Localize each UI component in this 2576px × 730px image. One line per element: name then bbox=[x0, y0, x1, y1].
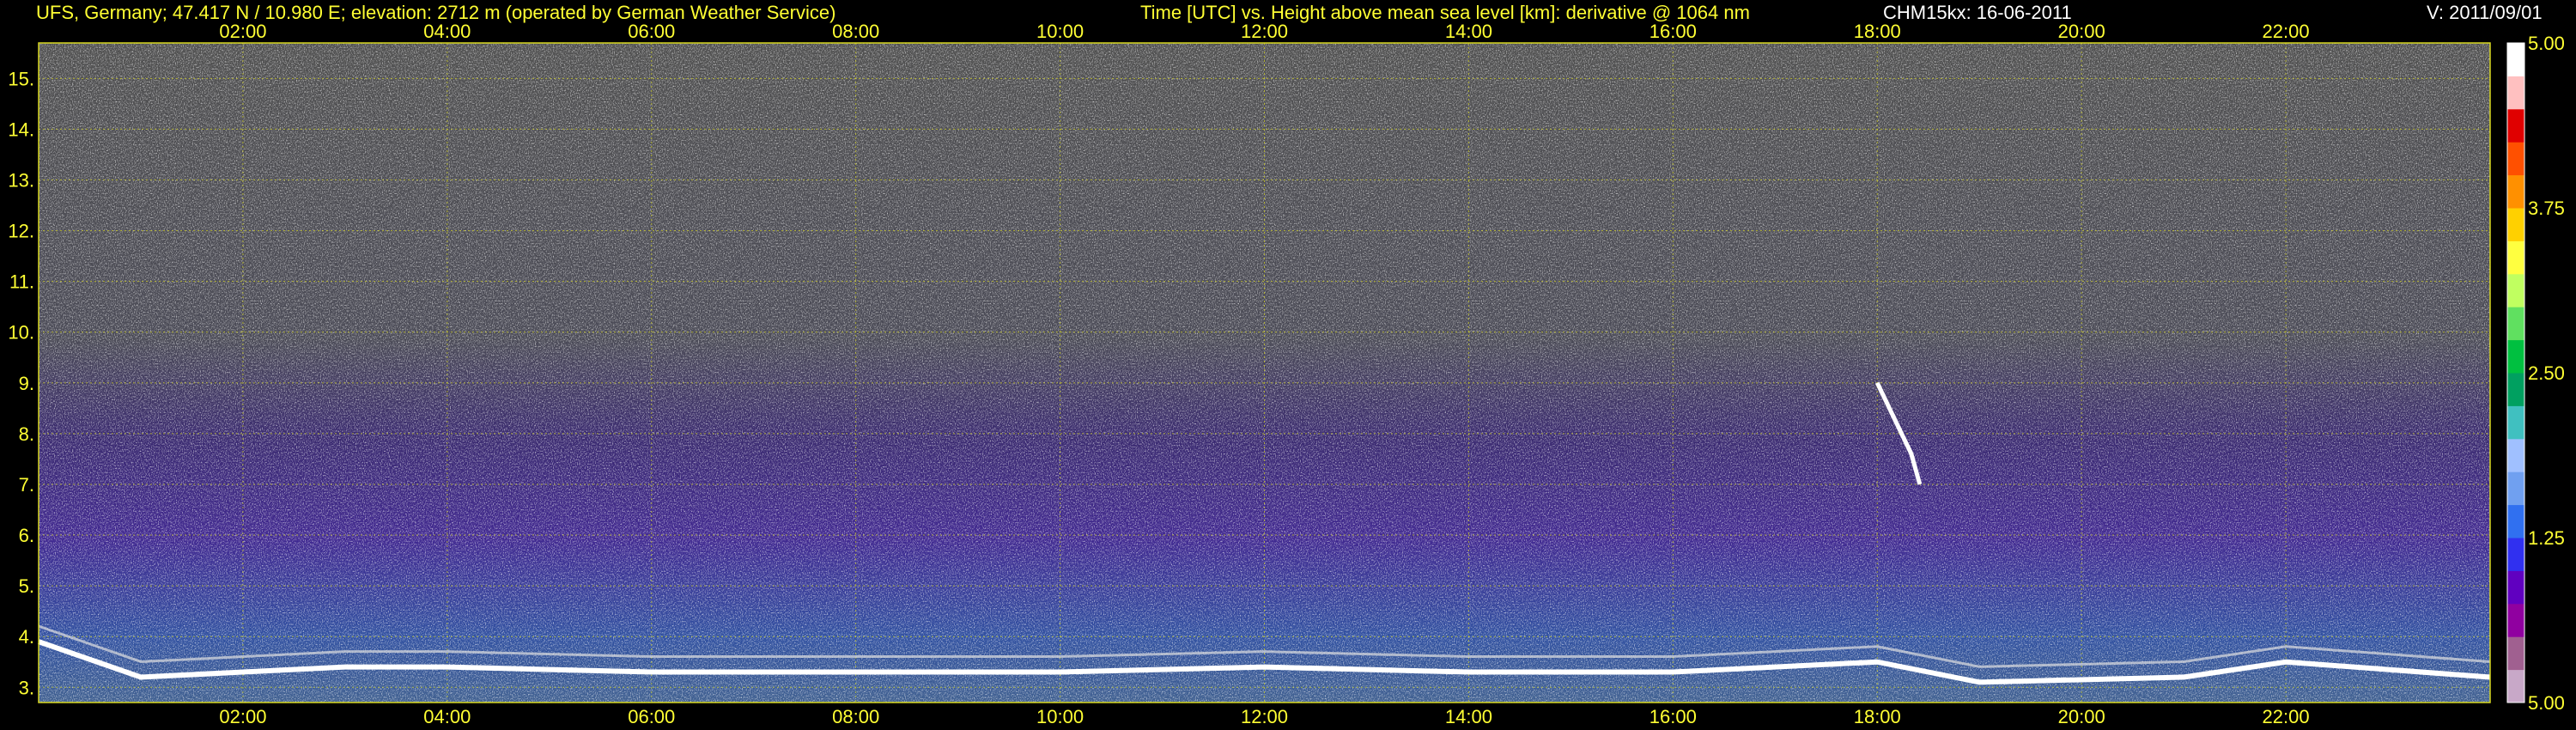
y-tick-label: 7. bbox=[19, 474, 34, 496]
colorbar-swatch bbox=[2507, 273, 2524, 307]
y-tick-label: 14. bbox=[8, 119, 34, 140]
colorbar-swatch bbox=[2507, 504, 2524, 538]
x-tick-label-top: 22:00 bbox=[2263, 21, 2310, 42]
x-tick-label-top: 10:00 bbox=[1036, 21, 1084, 42]
colorbar-swatch bbox=[2507, 307, 2524, 341]
y-tick-label: 8. bbox=[19, 423, 34, 445]
y-tick-label: 12. bbox=[8, 221, 34, 242]
x-tick-label-bottom: 20:00 bbox=[2058, 706, 2105, 727]
x-tick-label-top: 06:00 bbox=[628, 21, 675, 42]
y-tick-label: 3. bbox=[19, 677, 34, 698]
colorbar-swatch bbox=[2507, 538, 2524, 571]
x-tick-label-bottom: 16:00 bbox=[1649, 706, 1697, 727]
y-tick-label: 11. bbox=[9, 271, 34, 293]
colorbar-swatch bbox=[2507, 43, 2524, 76]
colorbar-swatch bbox=[2507, 570, 2524, 605]
y-tick-label: 6. bbox=[19, 525, 34, 546]
x-tick-label-bottom: 04:00 bbox=[423, 706, 471, 727]
x-tick-label-bottom: 14:00 bbox=[1445, 706, 1492, 727]
colorbar-swatch bbox=[2507, 174, 2524, 209]
y-tick-label: 9. bbox=[19, 373, 34, 394]
y-tick-label: 4. bbox=[19, 626, 34, 648]
y-tick-label: 5. bbox=[19, 575, 34, 597]
colorbar-tick-label: 5.00 bbox=[2528, 692, 2565, 714]
x-tick-label-top: 08:00 bbox=[832, 21, 879, 42]
x-tick-label-top: 12:00 bbox=[1241, 21, 1288, 42]
x-tick-label-bottom: 22:00 bbox=[2263, 706, 2310, 727]
x-tick-label-bottom: 06:00 bbox=[628, 706, 675, 727]
colorbar-swatch bbox=[2507, 636, 2524, 671]
x-tick-label-top: 16:00 bbox=[1649, 21, 1697, 42]
colorbar-swatch bbox=[2507, 339, 2524, 374]
colorbar-tick-label: 1.25 bbox=[2528, 527, 2565, 549]
y-tick-label: 13. bbox=[8, 170, 34, 192]
x-tick-label-bottom: 10:00 bbox=[1036, 706, 1084, 727]
colorbar-swatch bbox=[2507, 142, 2524, 176]
x-tick-label-bottom: 02:00 bbox=[219, 706, 266, 727]
y-tick-label: 15. bbox=[8, 68, 34, 89]
colorbar-swatch bbox=[2507, 405, 2524, 440]
x-tick-label-bottom: 08:00 bbox=[832, 706, 879, 727]
colorbar: 5.00 3.75 2.50 1.25 5.00 bbox=[2506, 33, 2565, 714]
colorbar-tick-label: 5.00 bbox=[2528, 33, 2565, 54]
colorbar-swatch bbox=[2507, 240, 2524, 275]
ceilometer-chart: 02:00 02:00 04:00 04:00 06:00 06:00 08:00 08:00… bbox=[8, 21, 2565, 727]
colorbar-tick-label: 2.50 bbox=[2528, 362, 2565, 384]
y-tick-label: 10. bbox=[8, 322, 34, 344]
colorbar-swatch bbox=[2507, 669, 2524, 703]
colorbar-swatch bbox=[2507, 108, 2524, 143]
x-tick-label-top: 14:00 bbox=[1445, 21, 1492, 42]
x-tick-label-bottom: 18:00 bbox=[1854, 706, 1901, 727]
colorbar-swatch bbox=[2507, 603, 2524, 637]
x-tick-label-top: 04:00 bbox=[423, 21, 471, 42]
colorbar-swatch bbox=[2507, 208, 2524, 241]
x-tick-label-top: 18:00 bbox=[1854, 21, 1901, 42]
colorbar-tick-label: 3.75 bbox=[2528, 198, 2565, 219]
x-tick-label-top: 20:00 bbox=[2058, 21, 2105, 42]
colorbar-swatch bbox=[2507, 471, 2524, 506]
x-tick-label-bottom: 12:00 bbox=[1241, 706, 1288, 727]
colorbar-swatch bbox=[2507, 373, 2524, 406]
x-tick-label-top: 02:00 bbox=[219, 21, 266, 42]
colorbar-swatch bbox=[2507, 76, 2524, 110]
colorbar-swatch bbox=[2507, 438, 2524, 472]
